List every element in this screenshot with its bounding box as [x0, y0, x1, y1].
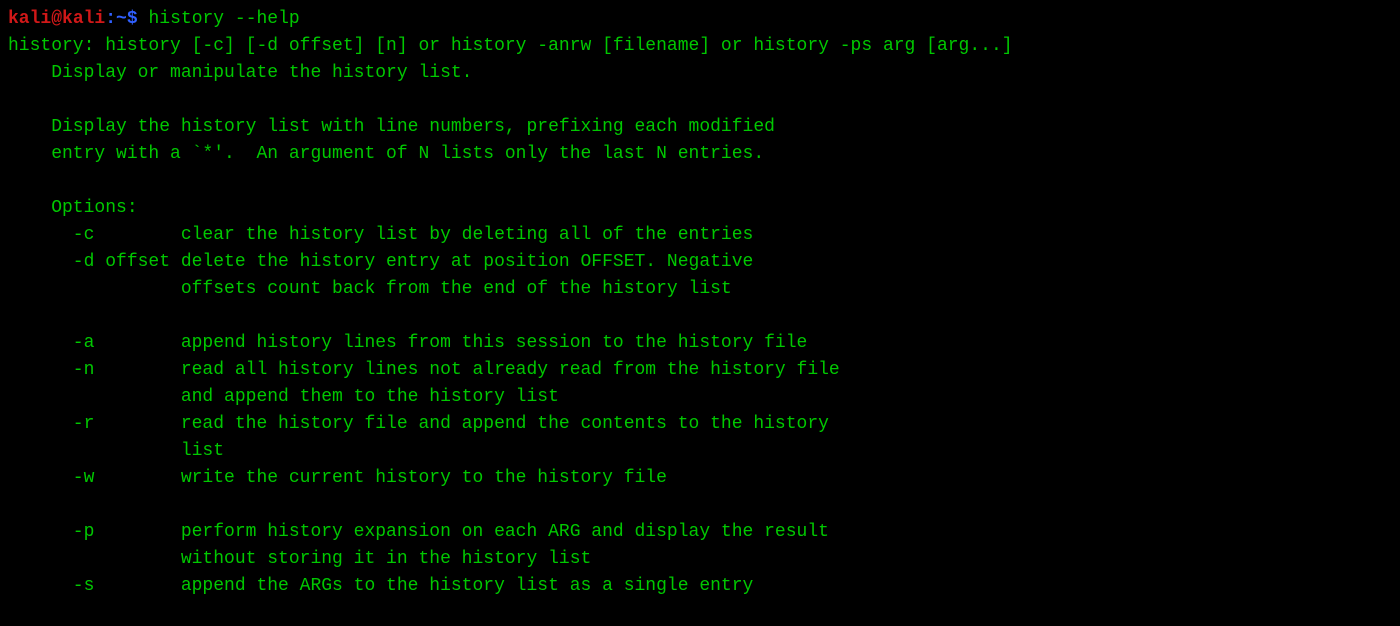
output-line-12: -r read the history file and append the … [8, 414, 829, 434]
output-line-13: list [8, 441, 224, 461]
output-line-14: -w write the current history to the hist… [8, 468, 667, 488]
output-line-4: entry with a `*'. An argument of N lists… [8, 144, 764, 164]
output-line-1: history: history [-c] [-d offset] [n] or… [8, 36, 1013, 56]
output-line-8: offsets count back from the end of the h… [8, 279, 732, 299]
prompt-dollar: $ [127, 9, 138, 29]
output-line-16: without storing it in the history list [8, 549, 591, 569]
output-line-9: -a append history lines from this sessio… [8, 333, 807, 353]
output-line-2: Display or manipulate the history list. [8, 63, 472, 83]
output-line-6: -c clear the history list by deleting al… [8, 225, 753, 245]
output-line-15: -p perform history expansion on each ARG… [8, 522, 829, 542]
command-input[interactable]: history --help [148, 9, 299, 29]
output-line-17: -s append the ARGs to the history list a… [8, 576, 753, 596]
output-line-5: Options: [8, 198, 138, 218]
prompt-colon-path: :~ [105, 9, 127, 29]
prompt-user: kali [8, 9, 51, 29]
output-line-10: -n read all history lines not already re… [8, 360, 840, 380]
output-line-7: -d offset delete the history entry at po… [8, 252, 753, 272]
output-line-11: and append them to the history list [8, 387, 559, 407]
prompt-host: kali [62, 9, 105, 29]
prompt-at: @ [51, 9, 62, 29]
output-line-3: Display the history list with line numbe… [8, 117, 775, 137]
